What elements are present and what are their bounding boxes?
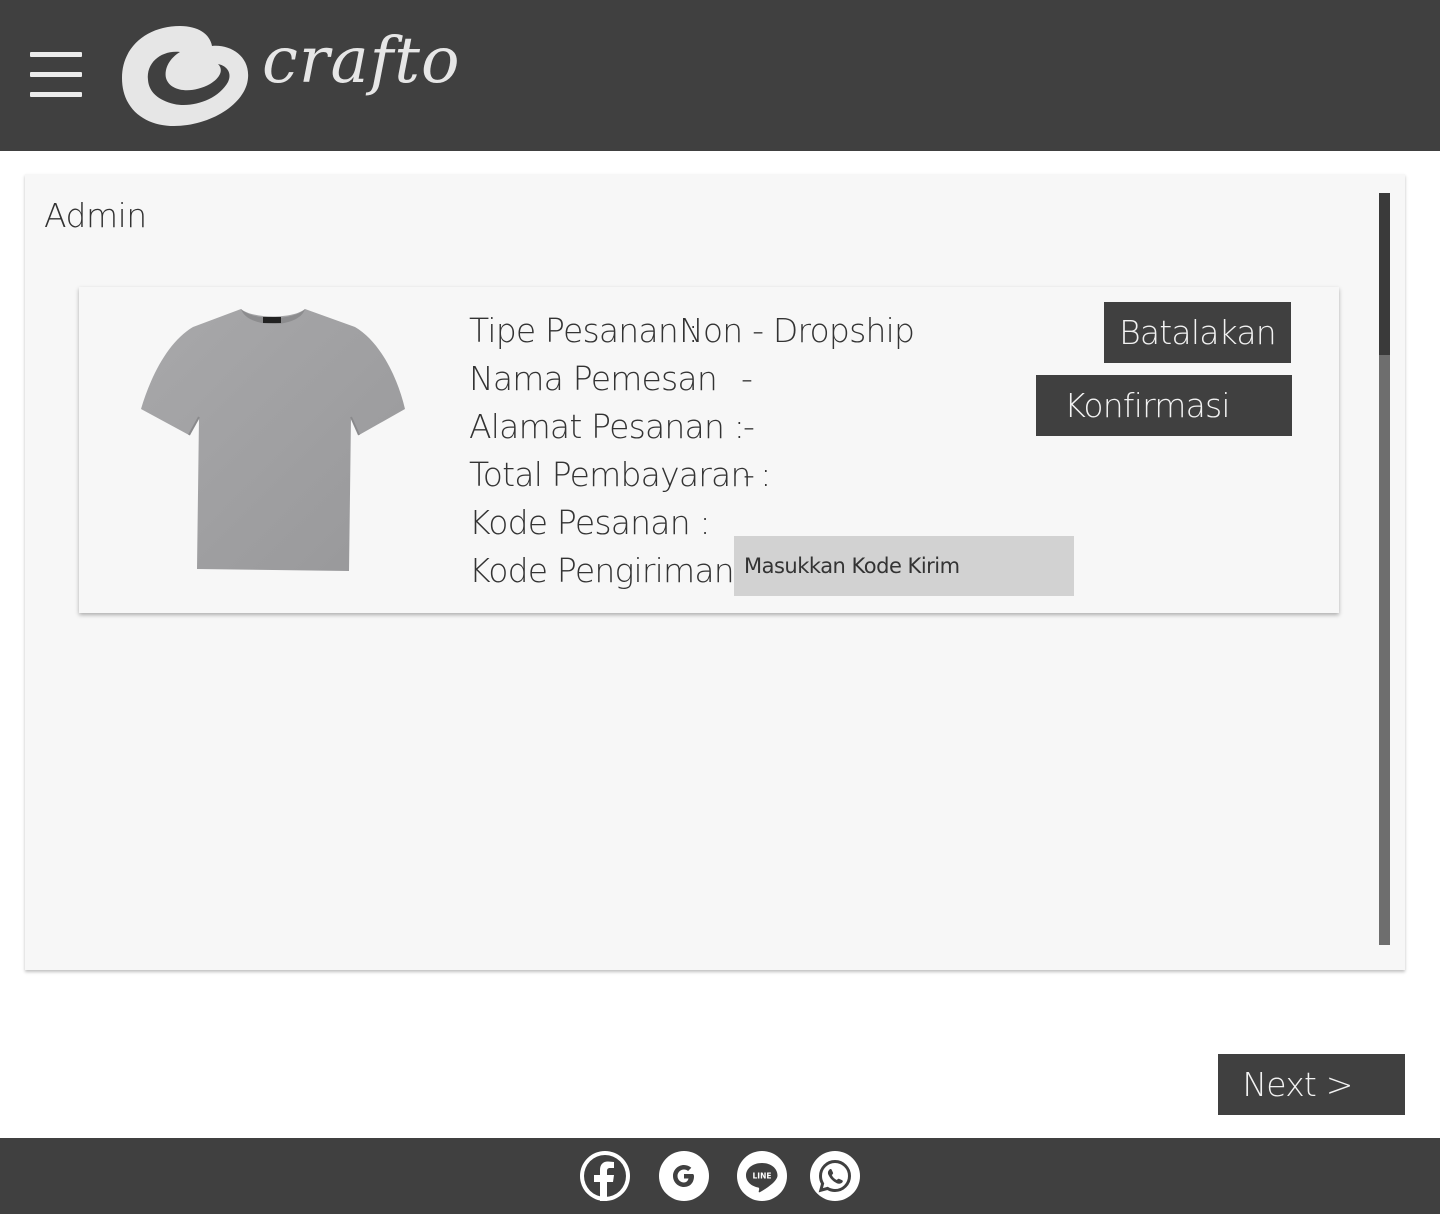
total-payment-value: - — [743, 455, 755, 494]
total-payment-row: Total Pembayaran : - — [469, 451, 771, 499]
menu-line — [30, 52, 82, 57]
shipping-code-input[interactable] — [734, 536, 1074, 596]
google-icon[interactable] — [659, 1151, 709, 1201]
crafto-logo-icon[interactable] — [118, 22, 252, 130]
facebook-icon[interactable] — [580, 1151, 630, 1201]
order-card: Tipe Pesanan : Non - Dropship Nama Pemes… — [79, 287, 1339, 613]
line-icon-text: LINE — [753, 1172, 772, 1181]
whatsapp-icon[interactable] — [810, 1151, 860, 1201]
line-icon[interactable]: LINE — [737, 1151, 787, 1201]
admin-panel: Admin Tipe Pesanan : Non - Dropship Nama… — [25, 174, 1405, 970]
order-type-label: Tipe Pesanan : — [469, 311, 699, 350]
next-button[interactable]: Next > — [1218, 1054, 1405, 1115]
shipping-code-row: Kode Pengiriman : — [469, 547, 755, 595]
top-header: crafto — [0, 0, 1440, 151]
order-type-row: Tipe Pesanan : Non - Dropship — [469, 307, 915, 355]
order-type-value: Non - Dropship — [679, 311, 915, 350]
tshirt-product-image — [141, 309, 405, 571]
cancel-button[interactable]: Batalakan — [1104, 302, 1291, 363]
shipping-code-label: Kode Pengiriman : — [469, 551, 755, 590]
hamburger-menu-icon[interactable] — [30, 52, 82, 98]
customer-name-label: Nama Pemesan — [469, 359, 718, 398]
menu-line — [30, 72, 82, 77]
order-code-label: Kode Pesanan : — [469, 503, 711, 542]
customer-name-value: - — [741, 359, 753, 398]
scrollbar-thumb[interactable] — [1379, 193, 1390, 355]
order-address-value: - — [743, 407, 755, 446]
total-payment-label: Total Pembayaran : — [469, 455, 771, 494]
order-address-label: Alamat Pesanan : — [469, 407, 745, 446]
footer: LINE — [0, 1138, 1440, 1214]
logo-text[interactable]: crafto — [262, 24, 461, 98]
customer-name-row: Nama Pemesan - — [469, 355, 753, 403]
order-code-row: Kode Pesanan : — [469, 499, 711, 547]
page-title: Admin — [44, 196, 147, 235]
menu-line — [30, 92, 82, 97]
confirm-button[interactable]: Konfirmasi — [1036, 375, 1292, 436]
order-address-row: Alamat Pesanan : - — [469, 403, 755, 451]
